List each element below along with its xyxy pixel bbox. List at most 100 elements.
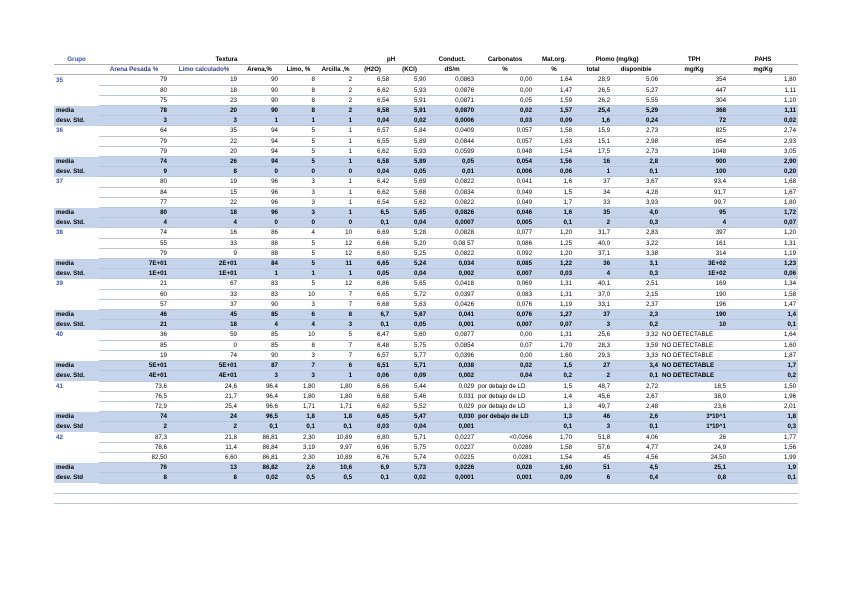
table-cell: 76 bbox=[99, 462, 169, 474]
row-label: media bbox=[54, 207, 99, 218]
table-cell: 1,47 bbox=[728, 299, 799, 311]
stat-row: desv. Std. 21 18 4 4 3 0,1 0,05 0,001 0,007 0,07 3 0… bbox=[54, 319, 799, 331]
row-label bbox=[54, 238, 99, 248]
table-cell: 0,0877 bbox=[428, 329, 477, 341]
table-cell: 1,59 bbox=[534, 95, 575, 107]
table-cell: 25,4 bbox=[574, 105, 613, 117]
table-cell: 1,7 bbox=[534, 197, 575, 209]
table-cell: 0,2 bbox=[612, 319, 661, 331]
table-cell: 28,3 bbox=[574, 340, 613, 351]
table-cell: 3 bbox=[280, 299, 317, 311]
table-cell: 0,2 bbox=[534, 370, 575, 382]
table-cell: <0,0266 bbox=[476, 432, 535, 443]
table-cell: 3 bbox=[99, 115, 169, 127]
table-cell: 4,5 bbox=[612, 462, 661, 474]
table-cell: 0,05 bbox=[354, 268, 392, 280]
table-cell: 2,6 bbox=[280, 462, 317, 474]
header2-cell: Arcilla ,% bbox=[317, 64, 355, 76]
table-cell: 1,31 bbox=[534, 329, 575, 341]
table-cell: 1,20 bbox=[534, 227, 575, 239]
header2-cell: (KCl) bbox=[391, 64, 429, 76]
table-cell: 72,9 bbox=[99, 401, 169, 413]
table-row: 80 18 90 8 2 6,62 5,93 0,0876 0,00 1,47 26,5 5,27 44… bbox=[54, 85, 799, 96]
table-cell: 0,0007 bbox=[428, 217, 477, 229]
table-cell: 3,38 bbox=[612, 248, 661, 260]
table-cell: 4 bbox=[169, 217, 239, 229]
table-cell: 5,71 bbox=[391, 360, 429, 372]
table-cell: 6,80 bbox=[354, 432, 392, 443]
table-cell: 5 bbox=[280, 258, 317, 270]
table-cell: 22 bbox=[169, 136, 239, 147]
table-cell: 0,06 bbox=[534, 166, 575, 178]
table-row: 36 64 35 94 5 1 6,57 5,84 0,0409 0,057 1,58 15,9 2,7… bbox=[54, 125, 799, 137]
table-cell: 84 bbox=[239, 258, 280, 270]
table-cell: 1,58 bbox=[728, 289, 799, 300]
table-cell: 96 bbox=[239, 187, 280, 198]
table-cell bbox=[280, 483, 317, 494]
table-cell: 1 bbox=[317, 176, 355, 188]
table-cell: 3,33 bbox=[612, 350, 661, 362]
table-cell: 2,15 bbox=[612, 289, 661, 300]
table-cell: 10,6 bbox=[317, 462, 355, 474]
table-cell: 1,58 bbox=[534, 442, 575, 453]
table-row: 39 21 67 83 5 12 6,86 5,65 0,0418 0,069 1,31 40,1 2,… bbox=[54, 278, 799, 290]
table-cell: 60 bbox=[99, 289, 169, 300]
table-cell: 76,5 bbox=[99, 391, 169, 402]
table-cell: 6,68 bbox=[354, 299, 392, 311]
table-cell: 5,89 bbox=[391, 156, 429, 168]
table-cell: 1,9 bbox=[728, 462, 799, 474]
table-cell: 1E+01 bbox=[169, 268, 239, 280]
header-grupo: Grupo bbox=[54, 55, 99, 66]
table-cell: 37 bbox=[574, 309, 613, 321]
row-label: 37 bbox=[56, 178, 63, 186]
table-cell: 2,37 bbox=[612, 299, 661, 311]
table-cell: 5,60 bbox=[391, 329, 429, 341]
table-cell: 1,6 bbox=[574, 115, 613, 127]
table-cell: 4 bbox=[280, 319, 317, 331]
table-row: 38 74 16 86 4 10 6,69 5,28 0,0828 0,077 1,20 31,7 2,… bbox=[54, 227, 799, 239]
table-cell: 3,19 bbox=[280, 442, 317, 453]
table-cell: 33 bbox=[574, 197, 613, 209]
table-cell: 0,0225 bbox=[428, 452, 477, 464]
table-cell: 190 bbox=[660, 309, 729, 321]
header2-cell: % bbox=[534, 64, 575, 76]
table-cell: 1 bbox=[239, 268, 280, 280]
table-cell: 96,5 bbox=[239, 411, 280, 423]
table-cell: 0,0826 bbox=[428, 207, 477, 219]
table-cell: 1,58 bbox=[534, 125, 575, 137]
table-cell: 1,80 bbox=[317, 391, 355, 402]
table-cell: 10 bbox=[660, 319, 729, 331]
table-cell: 3 bbox=[574, 421, 613, 433]
table-cell: 0 bbox=[280, 217, 317, 229]
table-cell: 34 bbox=[574, 187, 613, 198]
table-cell: 0,5 bbox=[317, 472, 355, 484]
table-cell: 90 bbox=[239, 95, 280, 107]
table-cell: 1,19 bbox=[728, 248, 799, 260]
header-matorg: Mat.org. bbox=[534, 55, 575, 66]
table-cell: 0,0822 bbox=[428, 176, 477, 188]
table-cell: 0,06 bbox=[354, 370, 392, 382]
table-cell: 85 bbox=[239, 309, 280, 321]
table-cell: 4,06 bbox=[612, 432, 661, 443]
table-cell bbox=[660, 493, 729, 504]
table-cell: 74 bbox=[99, 156, 169, 168]
table-cell: 13 bbox=[169, 462, 239, 474]
table-cell: 35 bbox=[574, 207, 613, 219]
table-cell: 3,1 bbox=[612, 258, 661, 270]
table-cell: 10,89 bbox=[317, 452, 355, 464]
table-cell: 3E+02 bbox=[660, 258, 729, 270]
table-cell bbox=[280, 493, 317, 504]
table-cell: 90 bbox=[239, 350, 280, 362]
table-cell: 0,0396 bbox=[428, 350, 477, 362]
table-cell: 0,05 bbox=[391, 319, 429, 331]
table-cell: 0,02 bbox=[728, 115, 799, 127]
table-cell: 45,6 bbox=[574, 391, 613, 402]
header-pahs: PAHS bbox=[728, 55, 799, 66]
row-label bbox=[54, 493, 99, 504]
table-cell: 0,00 bbox=[476, 85, 535, 96]
table-cell: 5 bbox=[280, 238, 317, 249]
table-cell: 0,00 bbox=[476, 74, 535, 86]
table-cell: 6,62 bbox=[354, 187, 392, 198]
table-cell: 3 bbox=[239, 370, 280, 382]
table-cell: 0,08 57 bbox=[428, 238, 477, 249]
